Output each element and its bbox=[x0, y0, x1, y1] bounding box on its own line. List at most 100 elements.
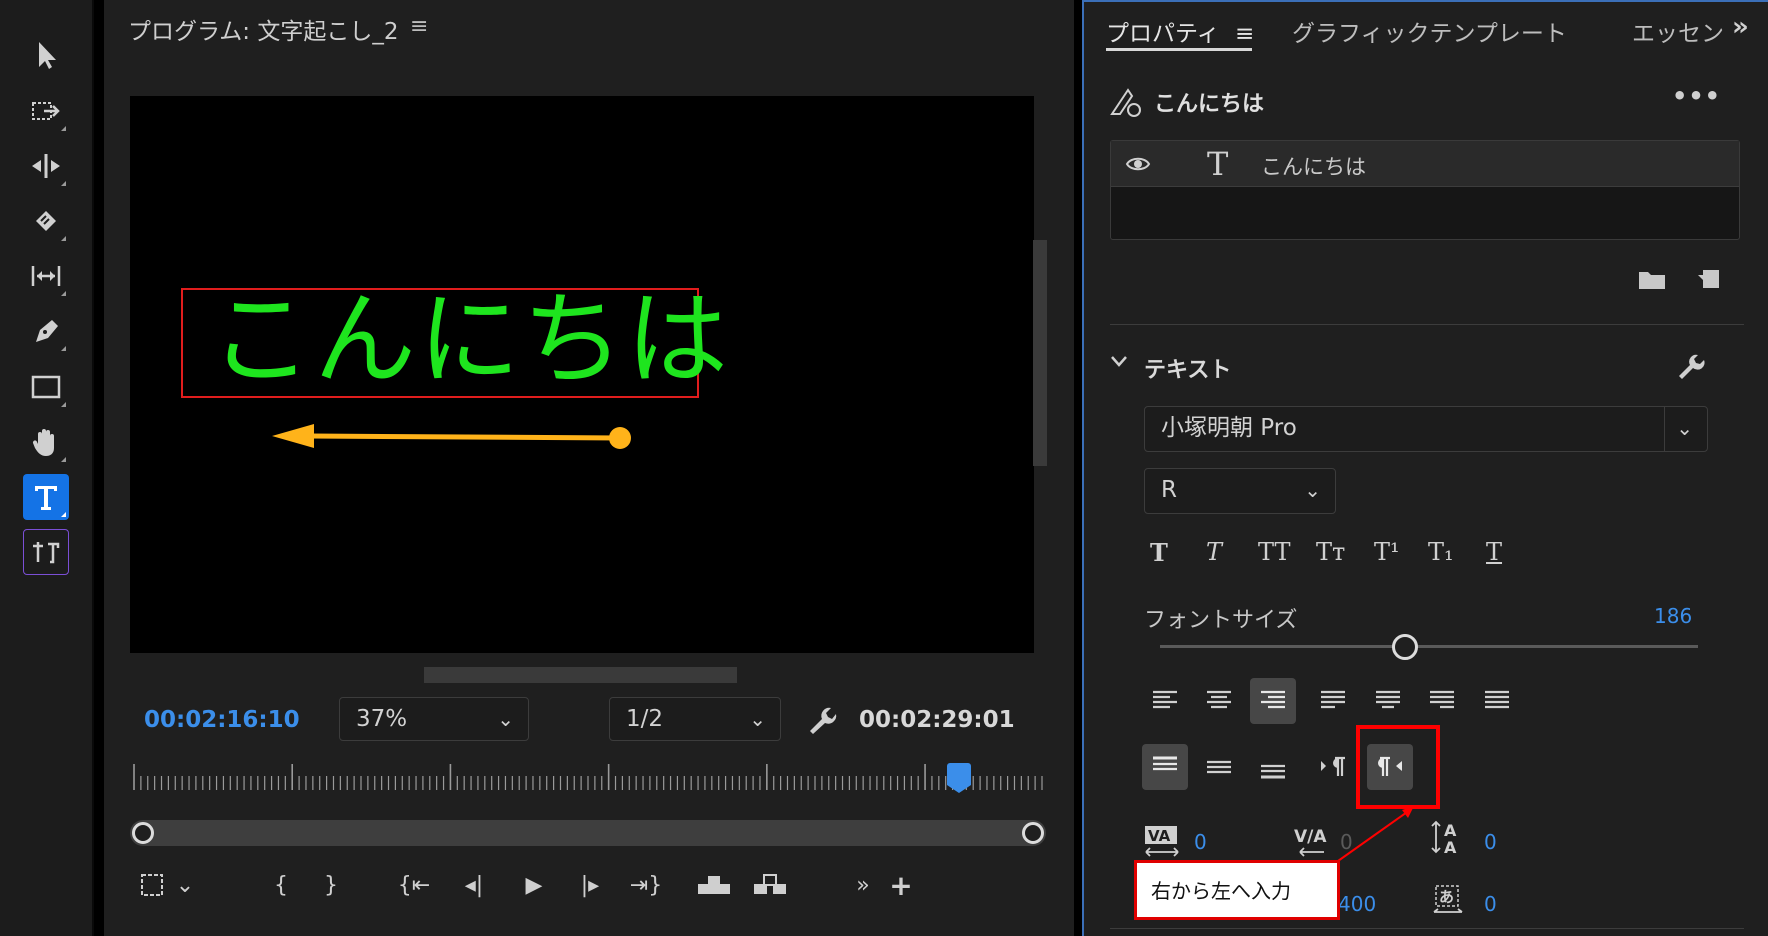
svg-text:VA: VA bbox=[1148, 827, 1171, 845]
align-center-icon[interactable] bbox=[1196, 678, 1242, 724]
justify-all-icon[interactable] bbox=[1474, 678, 1520, 724]
align-right-icon[interactable] bbox=[1250, 678, 1296, 724]
tab-essential[interactable]: エッセン bbox=[1632, 14, 1724, 48]
justify-last-left-icon[interactable] bbox=[1310, 678, 1356, 724]
properties-panel: プロパティ ≡ グラフィックテンプレート エッセン » こんにちは ••• T … bbox=[1082, 0, 1768, 936]
annotation-callout: 右から左へ入力 bbox=[1134, 860, 1340, 920]
settings-wrench-icon[interactable] bbox=[804, 703, 838, 737]
more-tabs-icon[interactable]: » bbox=[1732, 12, 1749, 42]
tsume-value[interactable]: 0 bbox=[1484, 892, 1497, 916]
step-back-icon[interactable]: ◂| bbox=[454, 860, 494, 910]
subscript-icon[interactable]: T₁ bbox=[1428, 538, 1454, 566]
type-tool-icon[interactable] bbox=[23, 474, 69, 520]
chevron-down-icon: ⌄ bbox=[1304, 478, 1321, 502]
align-top-icon[interactable] bbox=[1142, 744, 1188, 790]
tsume-icon: あ bbox=[1430, 882, 1466, 923]
playhead[interactable] bbox=[947, 763, 971, 793]
chevron-down-icon: ⌄ bbox=[1676, 416, 1693, 440]
font-style-dropdown[interactable]: R ⌄ bbox=[1144, 468, 1336, 514]
leading-value[interactable]: 0 bbox=[1484, 830, 1497, 854]
mark-in-icon[interactable]: { bbox=[266, 860, 296, 910]
resolution-value: 1/2 bbox=[626, 706, 664, 732]
lift-icon[interactable] bbox=[692, 860, 736, 910]
track-select-tool-icon[interactable] bbox=[23, 88, 69, 134]
justify-last-right-icon[interactable] bbox=[1419, 678, 1465, 724]
font-size-label: フォントサイズ bbox=[1144, 608, 1298, 633]
chevron-down-icon: ⌄ bbox=[749, 707, 766, 731]
section-collapse-chevron-icon[interactable] bbox=[1108, 350, 1130, 372]
divider bbox=[1110, 928, 1744, 929]
align-left-icon[interactable] bbox=[1142, 678, 1188, 724]
scroll-end-handle[interactable] bbox=[1022, 822, 1044, 844]
highlight-box bbox=[1356, 725, 1440, 809]
layer-row[interactable]: T こんにちは bbox=[1111, 141, 1739, 187]
vertical-type-tool-icon[interactable] bbox=[23, 529, 69, 575]
svg-text:A: A bbox=[1444, 838, 1457, 856]
go-to-in-icon[interactable]: {⇤ bbox=[394, 860, 434, 910]
video-canvas[interactable]: こんにちは bbox=[130, 96, 1034, 653]
left-to-right-direction-icon[interactable] bbox=[1310, 744, 1356, 790]
align-bottom-icon[interactable] bbox=[1250, 744, 1296, 790]
font-size-value[interactable]: 186 bbox=[1654, 604, 1692, 628]
visibility-eye-icon[interactable] bbox=[1125, 151, 1151, 177]
mark-out-icon[interactable]: } bbox=[316, 860, 346, 910]
add-button-icon[interactable]: + bbox=[886, 860, 916, 910]
scroll-start-handle[interactable] bbox=[132, 822, 154, 844]
text-section-title[interactable]: テキスト bbox=[1144, 352, 1231, 384]
current-timecode[interactable]: 00:02:16:10 bbox=[144, 707, 300, 733]
faux-bold-icon[interactable]: T bbox=[1150, 538, 1168, 567]
rectangle-tool-icon[interactable] bbox=[23, 364, 69, 410]
align-middle-icon[interactable] bbox=[1196, 744, 1242, 790]
more-options-icon[interactable]: ••• bbox=[1672, 82, 1721, 110]
active-tab-underline bbox=[1106, 48, 1252, 51]
hamburger-menu-icon[interactable]: ≡ bbox=[410, 14, 428, 39]
hand-tool-icon[interactable] bbox=[23, 419, 69, 465]
step-forward-icon[interactable]: |▸ bbox=[570, 860, 610, 910]
clip-name: こんにちは bbox=[1154, 92, 1265, 117]
baseline-value[interactable]: 400 bbox=[1338, 892, 1376, 916]
pen-tool-icon[interactable] bbox=[23, 308, 69, 354]
play-icon[interactable]: ▶ bbox=[514, 860, 554, 910]
superscript-icon[interactable]: T¹ bbox=[1374, 538, 1400, 566]
text-settings-wrench-icon[interactable] bbox=[1674, 350, 1706, 382]
hamburger-menu-icon[interactable]: ≡ bbox=[1235, 21, 1254, 47]
font-size-slider-track[interactable] bbox=[1160, 645, 1698, 648]
slip-tool-icon[interactable] bbox=[23, 253, 69, 299]
new-layer-icon[interactable] bbox=[1696, 268, 1720, 290]
underline-icon[interactable]: T bbox=[1486, 538, 1502, 566]
chevron-down-icon[interactable]: ⌄ bbox=[170, 860, 200, 910]
all-caps-icon[interactable]: TT bbox=[1258, 538, 1290, 566]
monitor-title: プログラム: 文字起こし_2 bbox=[128, 19, 399, 45]
ripple-edit-tool-icon[interactable] bbox=[23, 143, 69, 189]
faux-italic-icon[interactable]: T bbox=[1206, 538, 1222, 566]
kerning-icon: VA bbox=[1144, 824, 1180, 863]
extract-icon[interactable] bbox=[748, 860, 792, 910]
justify-last-center-icon[interactable] bbox=[1365, 678, 1411, 724]
go-to-out-icon[interactable]: ⇥} bbox=[626, 860, 666, 910]
playback-resolution-dropdown[interactable]: 1/2 ⌄ bbox=[609, 697, 781, 741]
font-family-dropdown[interactable]: 小塚明朝 Pro ⌄ bbox=[1144, 406, 1708, 452]
direction-arrow bbox=[272, 424, 631, 449]
duration-timecode: 00:02:29:01 bbox=[859, 707, 1015, 733]
vertical-scrollbar[interactable] bbox=[1033, 240, 1047, 466]
zoom-scroll-bar[interactable] bbox=[130, 820, 1046, 846]
kerning-value[interactable]: 0 bbox=[1194, 830, 1207, 854]
more-controls-icon[interactable]: » bbox=[848, 860, 878, 910]
new-group-folder-icon[interactable] bbox=[1638, 268, 1666, 290]
font-size-slider-thumb[interactable] bbox=[1392, 634, 1418, 660]
selection-tool-icon[interactable] bbox=[23, 32, 69, 78]
small-caps-icon[interactable]: Tт bbox=[1316, 538, 1345, 566]
zoom-level-dropdown[interactable]: 37% ⌄ bbox=[339, 697, 529, 741]
graphic-clip-icon bbox=[1110, 88, 1141, 117]
canvas-text-layer[interactable]: こんにちは bbox=[210, 282, 730, 400]
tab-graphic-templates[interactable]: グラフィックテンプレート bbox=[1292, 14, 1567, 48]
razor-tool-icon[interactable] bbox=[23, 198, 69, 244]
font-style-value: R bbox=[1161, 477, 1177, 503]
time-ruler[interactable] bbox=[130, 760, 1046, 796]
leading-icon: AA bbox=[1430, 818, 1466, 861]
zoom-level-value: 37% bbox=[356, 706, 408, 732]
horizontal-scrollbar[interactable] bbox=[424, 667, 737, 683]
marker-select-icon[interactable] bbox=[132, 860, 172, 910]
svg-text:あ: あ bbox=[1439, 888, 1454, 906]
tab-properties[interactable]: プロパティ ≡ bbox=[1106, 14, 1254, 48]
